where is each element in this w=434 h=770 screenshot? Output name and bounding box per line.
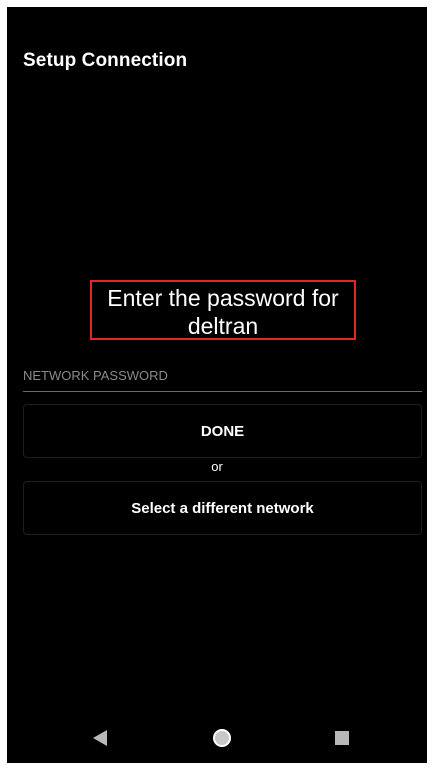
page-title: Setup Connection (23, 50, 188, 71)
home-icon[interactable] (213, 729, 231, 747)
prompt-text: Enter the password for (107, 285, 339, 311)
back-icon[interactable] (93, 730, 107, 746)
password-prompt: Enter the password for deltran (90, 280, 356, 340)
recents-icon[interactable] (335, 731, 349, 745)
network-password-field (23, 357, 422, 392)
network-name: deltran (187, 313, 259, 339)
app-screen: Setup Connection Enter the password for … (7, 7, 427, 763)
select-different-network-button[interactable]: Select a different network (23, 481, 422, 535)
network-password-input[interactable] (23, 361, 422, 389)
or-separator: or (211, 459, 223, 474)
system-navigation-bar (7, 715, 427, 763)
done-button[interactable]: DONE (23, 404, 422, 458)
